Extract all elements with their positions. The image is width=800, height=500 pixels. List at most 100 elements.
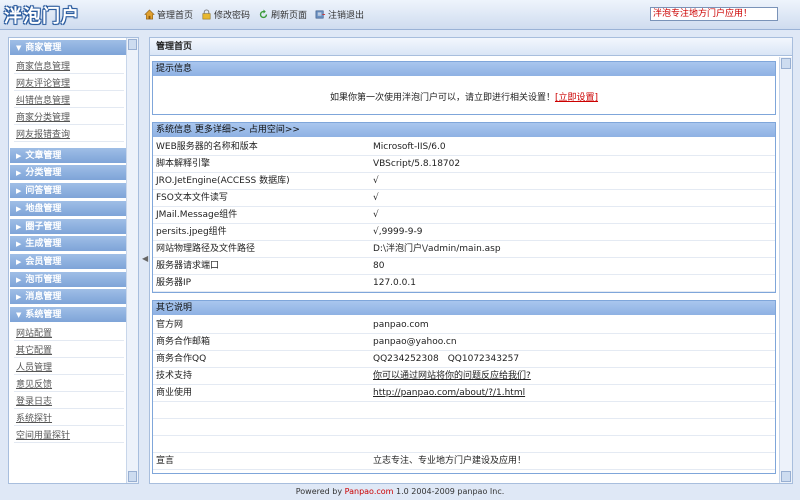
sidebar-item[interactable]: 网站配置 [14, 327, 124, 341]
scroll-down-button[interactable] [781, 471, 791, 482]
more-details-link[interactable]: 更多详细>> [195, 125, 246, 135]
license-link[interactable]: http://panpao.com/about/?/1.html [373, 385, 525, 402]
system-info-title: 系统信息 [156, 125, 193, 135]
site-logo[interactable]: 泮泡门户 [4, 2, 80, 28]
row-key: 服务器请求端口 [156, 261, 220, 271]
tip-text: 如果你第一次使用泮泡门户可以，请立即进行相关设置！ [329, 93, 555, 103]
row-key: 脚本解释引擎 [156, 159, 211, 169]
triangle-down-icon: ▼ [16, 44, 22, 52]
refresh-icon [259, 9, 268, 19]
sidebar-item[interactable]: 其它配置 [14, 344, 124, 358]
nav-logout-label: 注销退出 [328, 11, 365, 21]
nav-refresh-label: 刷新页面 [271, 11, 308, 21]
scroll-up-button[interactable] [781, 58, 791, 69]
sidebar-section-territory[interactable]: ▶ 地盘管理 [10, 201, 126, 217]
nav-logout-link[interactable]: 注销退出 [315, 8, 364, 21]
tip-box-header: 提示信息 [153, 62, 775, 76]
row-value: 80 [373, 261, 385, 271]
sidebar-section-members[interactable]: ▶ 会员管理 [10, 254, 126, 270]
row-value: panpao@yahoo.cn [373, 337, 457, 347]
sidebar-item[interactable]: 网友报错查询 [14, 128, 124, 142]
sidebar-section-generate[interactable]: ▶ 生成管理 [10, 236, 126, 252]
footer-brand-link[interactable]: Panpao.com [345, 487, 394, 496]
row-key: FSO文本文件读写 [156, 193, 228, 203]
nav-home-label: 管理首页 [157, 11, 194, 21]
table-row: 宣言 立志专注、专业地方门户建设及应用！ [153, 453, 775, 470]
sidebar-item[interactable]: 人员管理 [14, 361, 124, 375]
row-value: D:\泮泡门户\/admin/main.asp [373, 244, 501, 254]
sidebar-item[interactable]: 商家信息管理 [14, 60, 124, 74]
row-value: VBScript/5.8.18702 [373, 159, 461, 169]
nav-refresh-link[interactable]: 刷新页面 [258, 8, 307, 21]
table-row: 商业使用 http://panpao.com/about/?/1.html [153, 385, 775, 402]
search-input[interactable]: 泮泡专注地方门户应用！ [650, 7, 778, 21]
space-usage-link[interactable]: 占用空间>> [249, 125, 300, 135]
sidebar-item[interactable]: 意见反馈 [14, 378, 124, 392]
sidebar-section-messages[interactable]: ▶ 消息管理 [10, 289, 126, 305]
row-key: 服务器IP [156, 278, 192, 288]
row-value: 127.0.0.1 [373, 278, 416, 288]
tip-message: 如果你第一次使用泮泡门户可以，请立即进行相关设置！[立即设置] [153, 90, 775, 103]
triangle-right-icon: ▶ [16, 293, 22, 301]
table-row: 网站物理路径及文件路径 D:\泮泡门户\/admin/main.asp [153, 241, 775, 258]
triangle-right-icon: ▶ [16, 258, 22, 266]
table-row: JMail.Message组件 √ [153, 207, 775, 224]
row-key: JMail.Message组件 [156, 210, 238, 220]
row-key: 宣言 [156, 456, 175, 466]
system-info-header: 系统信息 更多详细>> 占用空间>> [153, 123, 775, 137]
triangle-right-icon: ▶ [16, 223, 22, 231]
nav-home-link[interactable]: 管理首页 [144, 8, 193, 21]
row-key: 网站物理路径及文件路径 [156, 244, 256, 254]
logout-icon [315, 10, 326, 19]
table-row: JRO.JetEngine(ACCESS 数据库) √ [153, 173, 775, 190]
sidebar-section-system[interactable]: ▼ 系统管理 [10, 307, 126, 323]
sidebar: ▼ 商家管理 商家信息管理 网友评论管理 纠错信息管理 商家分类管理 网友报错查询… [8, 37, 139, 484]
row-key: 商务合作邮箱 [156, 337, 211, 347]
tip-box: 提示信息 如果你第一次使用泮泡门户可以，请立即进行相关设置！[立即设置] [152, 61, 776, 115]
sidebar-section-coins[interactable]: ▶ 泡币管理 [10, 272, 126, 288]
sidebar-item[interactable]: 商家分类管理 [14, 111, 124, 125]
footer-suffix: 1.0 2004-2009 panpao Inc. [396, 487, 505, 496]
sidebar-section-categories[interactable]: ▶ 分类管理 [10, 165, 126, 181]
table-row: persits.jpeg组件 √,9999-9-9 [153, 224, 775, 241]
sidebar-section-articles[interactable]: ▶ 文章管理 [10, 148, 126, 164]
triangle-right-icon: ▶ [16, 187, 22, 195]
table-row [153, 402, 775, 419]
sidebar-section-qa[interactable]: ▶ 问答管理 [10, 183, 126, 199]
sidebar-item[interactable]: 网友评论管理 [14, 77, 124, 91]
triangle-right-icon: ▶ [16, 240, 22, 248]
scroll-up-button[interactable] [128, 39, 137, 50]
table-row: 官方网 panpao.com [153, 317, 775, 334]
sidebar-section-merchants[interactable]: ▼ 商家管理 [10, 40, 126, 56]
sidebar-scrollbar[interactable] [126, 38, 138, 483]
nav-password-link[interactable]: 修改密码 [201, 8, 250, 21]
system-info-box: 系统信息 更多详细>> 占用空间>> WEB服务器的名称和版本 Microsoft… [152, 122, 776, 293]
footer: Powered by Panpao.com 1.0 2004-2009 panp… [0, 487, 800, 500]
sidebar-item[interactable]: 登录日志 [14, 395, 124, 409]
sidebar-section-circles[interactable]: ▶ 圈子管理 [10, 219, 126, 235]
main-panel: 管理首页 提示信息 如果你第一次使用泮泡门户可以，请立即进行相关设置！[立即设置… [149, 37, 793, 484]
top-bar: 泮泡门户 管理首页 修改密码 刷新页面 注销退出 泮泡专注地方门户应用！ [0, 0, 800, 30]
row-key: 商业使用 [156, 388, 193, 398]
main-scrollbar[interactable] [779, 57, 792, 483]
row-value: Microsoft-IIS/6.0 [373, 142, 446, 152]
sidebar-item[interactable]: 系统探针 [14, 412, 124, 426]
other-info-header: 其它说明 [153, 301, 775, 315]
collapse-sidebar-arrow-icon[interactable]: ◀ [142, 252, 148, 266]
row-value: √,9999-9-9 [373, 227, 423, 237]
scroll-down-button[interactable] [128, 471, 137, 482]
triangle-right-icon: ▶ [16, 205, 22, 213]
setup-now-link[interactable]: [立即设置] [555, 93, 598, 103]
table-row: 商务合作邮箱 panpao@yahoo.cn [153, 334, 775, 351]
table-row [153, 419, 775, 436]
row-key: JRO.JetEngine(ACCESS 数据库) [156, 176, 290, 186]
nav-password-label: 修改密码 [214, 11, 251, 21]
row-key: persits.jpeg组件 [156, 227, 227, 237]
table-row: FSO文本文件读写 √ [153, 190, 775, 207]
support-link[interactable]: 你可以通过网站将你的问题反应给我们? [373, 368, 531, 385]
sidebar-item[interactable]: 空间用量探针 [14, 429, 124, 443]
table-row: 脚本解释引擎 VBScript/5.8.18702 [153, 156, 775, 173]
footer-prefix: Powered by [295, 487, 343, 496]
sidebar-item[interactable]: 纠错信息管理 [14, 94, 124, 108]
table-row: 技术支持 你可以通过网站将你的问题反应给我们? [153, 368, 775, 385]
